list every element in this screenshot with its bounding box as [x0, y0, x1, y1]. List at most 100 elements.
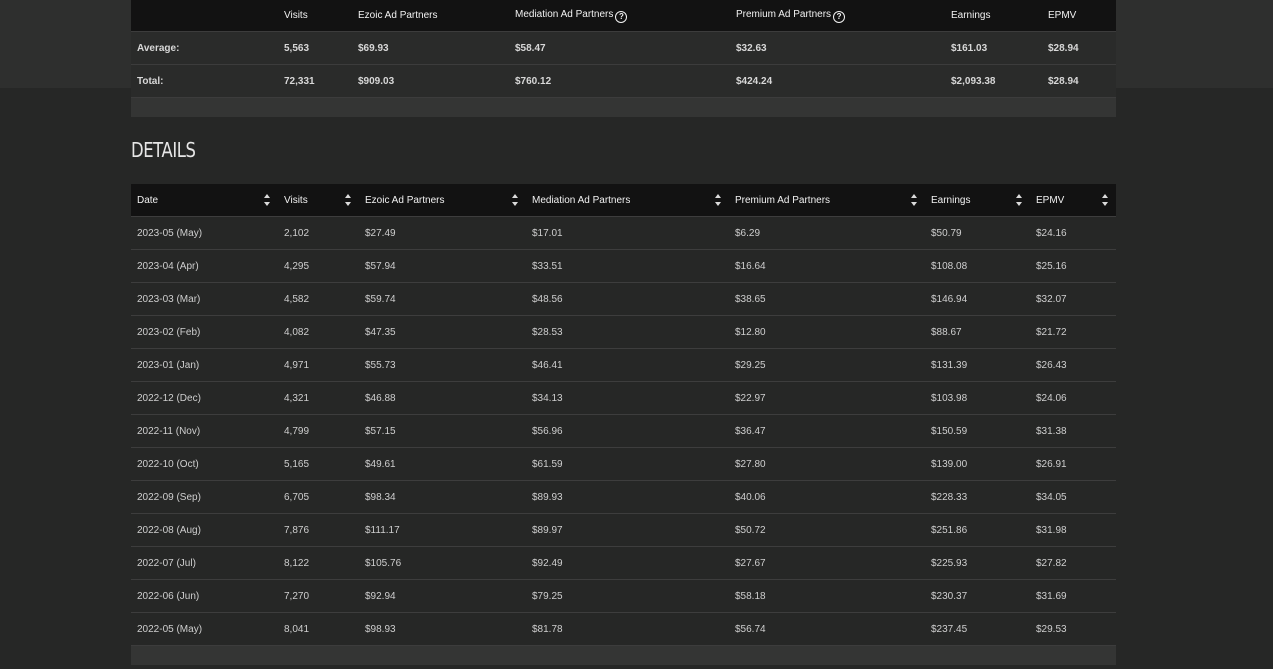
details-footer [131, 645, 1116, 665]
summary-cell: $32.63 [730, 31, 945, 65]
question-circle-icon[interactable]: ? [833, 10, 846, 23]
summary-footer [131, 97, 1116, 117]
table-cell: $88.67 [925, 315, 1030, 349]
table-cell: 2022-08 (Aug) [131, 513, 278, 547]
summary-header-ezoic: Ezoic Ad Partners [352, 0, 509, 32]
table-row: 2022-06 (Jun) 7,270 $92.94 $79.25 $58.18 $230… [131, 579, 1116, 613]
table-cell: 2022-05 (May) [131, 612, 278, 645]
table-cell: $105.76 [359, 546, 526, 580]
table-cell: 4,321 [278, 381, 359, 415]
details-table: Date Visits Ezoic Ad Partners Mediation … [131, 184, 1116, 645]
table-row: 2023-03 (Mar) 4,582 $59.74 $48.56 $38.65 $146… [131, 282, 1116, 316]
column-header-label: EPMV [1036, 194, 1065, 206]
table-cell: $12.80 [729, 315, 925, 349]
table-cell: $98.34 [359, 480, 526, 514]
table-cell: $89.93 [526, 480, 729, 514]
table-cell: $92.49 [526, 546, 729, 580]
question-circle-icon[interactable]: ? [615, 10, 628, 23]
sort-arrows-icon[interactable] [345, 193, 351, 207]
table-cell: $98.93 [359, 612, 526, 645]
summary-header-visits: Visits [278, 0, 352, 32]
sort-arrows-icon[interactable] [264, 193, 270, 207]
table-cell: $150.59 [925, 414, 1030, 448]
table-cell: $230.37 [925, 579, 1030, 613]
table-cell: 2,102 [278, 216, 359, 250]
table-cell: $31.38 [1030, 414, 1116, 448]
summary-cell: $58.47 [509, 31, 730, 65]
summary-cell: $69.93 [352, 31, 509, 65]
table-cell: $38.65 [729, 282, 925, 316]
table-cell: $31.69 [1030, 579, 1116, 613]
summary-row-total: Total: 72,331 $909.03 $760.12 $424.24 $2… [131, 64, 1116, 97]
column-header-earnings[interactable]: Earnings [925, 184, 1030, 217]
table-cell: $57.15 [359, 414, 526, 448]
column-header-date[interactable]: Date [131, 184, 278, 217]
sort-arrows-icon[interactable] [715, 193, 721, 207]
summary-cell: $2,093.38 [945, 64, 1042, 97]
column-header-label: Mediation Ad Partners [532, 194, 631, 206]
table-cell: $29.53 [1030, 612, 1116, 645]
table-cell: $31.98 [1030, 513, 1116, 547]
column-header-label: Earnings [931, 194, 971, 206]
table-row: 2022-09 (Sep) 6,705 $98.34 $89.93 $40.06 $228… [131, 480, 1116, 514]
table-cell: 2023-04 (Apr) [131, 249, 278, 283]
sort-arrows-icon[interactable] [911, 193, 917, 207]
table-cell: 2023-01 (Jan) [131, 348, 278, 382]
table-cell: $26.43 [1030, 348, 1116, 382]
table-cell: $24.16 [1030, 216, 1116, 250]
summary-cell: $909.03 [352, 64, 509, 97]
table-cell: 4,799 [278, 414, 359, 448]
table-cell: $56.74 [729, 612, 925, 645]
table-cell: $27.82 [1030, 546, 1116, 580]
summary-cell: Average: [131, 31, 278, 65]
table-row: 2023-04 (Apr) 4,295 $57.94 $33.51 $16.64 $108… [131, 249, 1116, 283]
table-cell: 4,082 [278, 315, 359, 349]
table-cell: $46.41 [526, 348, 729, 382]
column-header-label: Premium Ad Partners [735, 194, 831, 206]
sort-arrows-icon[interactable] [1102, 193, 1108, 207]
table-cell: 2022-11 (Nov) [131, 414, 278, 448]
table-cell: $103.98 [925, 381, 1030, 415]
column-header-mediation[interactable]: Mediation Ad Partners [526, 184, 729, 217]
summary-cell: 72,331 [278, 64, 352, 97]
table-cell: $50.79 [925, 216, 1030, 250]
summary-cell: $161.03 [945, 31, 1042, 65]
column-header-premium[interactable]: Premium Ad Partners [729, 184, 925, 217]
table-cell: $92.94 [359, 579, 526, 613]
table-cell: $49.61 [359, 447, 526, 481]
table-cell: $146.94 [925, 282, 1030, 316]
table-cell: 2022-09 (Sep) [131, 480, 278, 514]
table-cell: $89.97 [526, 513, 729, 547]
table-cell: $251.86 [925, 513, 1030, 547]
table-cell: $55.73 [359, 348, 526, 382]
table-row: 2022-10 (Oct) 5,165 $49.61 $61.59 $27.80 $139… [131, 447, 1116, 481]
table-cell: 6,705 [278, 480, 359, 514]
column-header-epmv[interactable]: EPMV [1030, 184, 1116, 217]
table-cell: 8,122 [278, 546, 359, 580]
column-header-visits[interactable]: Visits [278, 184, 359, 217]
table-cell: $228.33 [925, 480, 1030, 514]
table-cell: $48.56 [526, 282, 729, 316]
table-cell: $47.35 [359, 315, 526, 349]
table-cell: $225.93 [925, 546, 1030, 580]
sort-arrows-icon[interactable] [512, 193, 518, 207]
column-header-label: Visits [284, 194, 308, 206]
summary-cell: $28.94 [1042, 64, 1116, 97]
details-heading: DETAILS [131, 138, 196, 162]
table-cell: $24.06 [1030, 381, 1116, 415]
table-cell: 2022-06 (Jun) [131, 579, 278, 613]
summary-cell: Total: [131, 64, 278, 97]
table-cell: $57.94 [359, 249, 526, 283]
table-cell: $16.64 [729, 249, 925, 283]
table-row: 2022-11 (Nov) 4,799 $57.15 $56.96 $36.47 $150… [131, 414, 1116, 448]
summary-header-earnings: Earnings [945, 0, 1042, 32]
summary-header-premium-label: Premium Ad Partners [736, 8, 832, 20]
table-cell: $81.78 [526, 612, 729, 645]
table-cell: 4,295 [278, 249, 359, 283]
column-header-ezoic[interactable]: Ezoic Ad Partners [359, 184, 526, 217]
table-cell: $25.16 [1030, 249, 1116, 283]
table-cell: $58.18 [729, 579, 925, 613]
table-cell: $131.39 [925, 348, 1030, 382]
sort-arrows-icon[interactable] [1016, 193, 1022, 207]
summary-header-label [131, 0, 278, 32]
